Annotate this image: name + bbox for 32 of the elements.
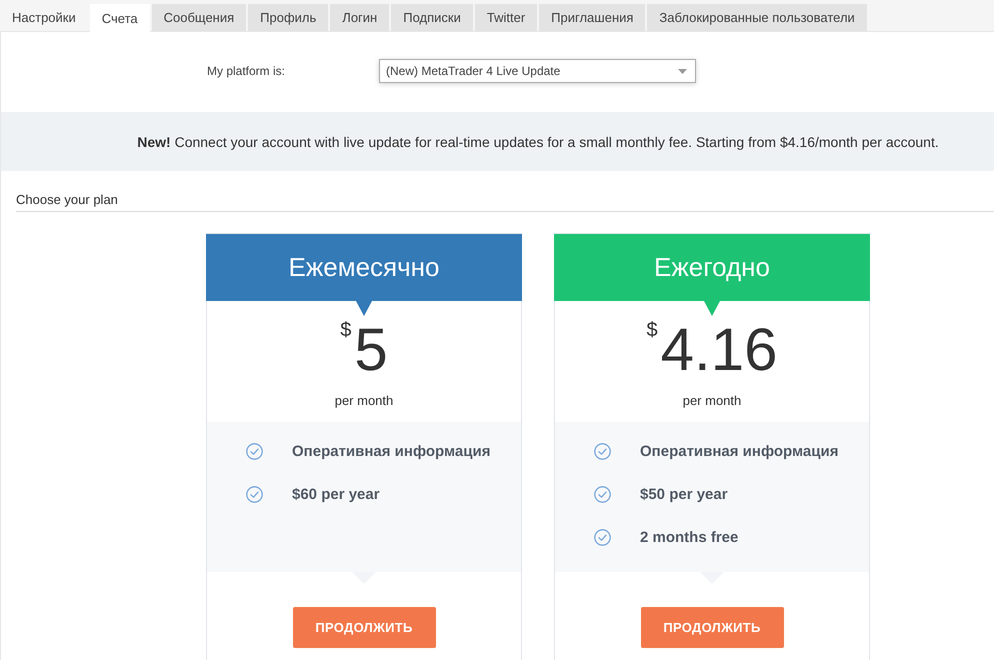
price-amount: 4.16: [660, 320, 778, 380]
tab[interactable]: Настройки: [0, 4, 88, 31]
price-period: per month: [682, 393, 742, 409]
price-period: per month: [334, 393, 394, 409]
tab[interactable]: Заблокированные пользователи: [647, 4, 867, 31]
feature-text: $60 per year: [292, 486, 380, 502]
tab[interactable]: Приглашения: [539, 4, 646, 31]
feature-text: Оперативная информация: [292, 442, 490, 460]
currency-symbol: $: [646, 320, 658, 343]
currency-symbol: $: [340, 320, 352, 343]
check-circle-icon: [594, 528, 611, 546]
feature-text: 2 months free: [640, 528, 738, 546]
plan-title: Ежегодно: [654, 252, 770, 283]
tab[interactable]: Twitter: [474, 4, 538, 31]
tab[interactable]: Сообщения: [152, 4, 246, 31]
check-circle-icon: [246, 442, 263, 460]
platform-label: My platform is:: [206, 64, 285, 78]
tab[interactable]: Профиль: [248, 4, 328, 31]
platform-select[interactable]: (New) MetaTrader 4 Live Update: [379, 59, 696, 83]
plan-title: Ежемесячно: [288, 252, 440, 283]
feature-text: Оперативная информация: [640, 442, 838, 460]
check-circle-icon: [594, 486, 611, 502]
check-circle-icon: [246, 486, 263, 502]
section-heading: Choose your plan: [16, 192, 994, 212]
check-circle-icon: [594, 442, 611, 460]
price-amount: 5: [354, 320, 388, 380]
caret-icon: [678, 68, 687, 74]
tab[interactable]: Логин: [330, 4, 390, 31]
feature-text: $50 per year: [640, 486, 728, 502]
tab[interactable]: Счета: [90, 4, 150, 32]
notice-text: New! Connect your account with live update for real-time updates for a small monthly fee. Starting from $4.16/month per account.: [137, 134, 939, 150]
tab[interactable]: Подписки: [391, 4, 473, 31]
